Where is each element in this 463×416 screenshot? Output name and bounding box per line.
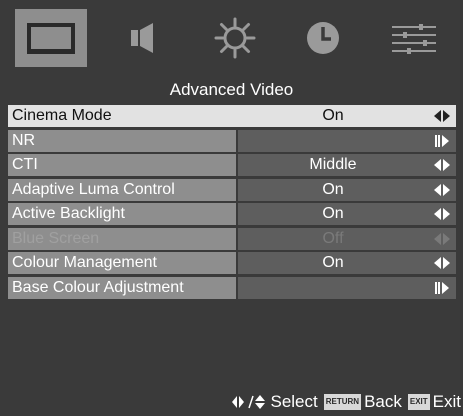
speaker-icon xyxy=(131,23,153,53)
left-right-arrows-icon xyxy=(434,257,450,270)
menu-title: Advanced Video xyxy=(169,80,294,99)
menu-item-label: Blue Screen xyxy=(8,227,236,250)
menu-item-label: CTI xyxy=(8,154,236,177)
menu-item-colour-management[interactable]: Colour Management On xyxy=(8,252,456,275)
menu-item-value-box[interactable]: On xyxy=(238,178,456,201)
menu-item-cinema-mode[interactable]: Cinema Mode On xyxy=(8,105,456,127)
menu-list: Cinema Mode On NR CTI Middle Adaptive Lu… xyxy=(8,105,456,301)
menu-item-value-box[interactable]: On xyxy=(238,105,456,127)
menu-item-adaptive-luma-control[interactable]: Adaptive Luma Control On xyxy=(8,178,456,201)
menu-item-value-box[interactable]: On xyxy=(238,203,456,226)
clock-icon xyxy=(307,22,339,54)
menu-item-base-colour-adjustment[interactable]: Base Colour Adjustment xyxy=(8,276,456,299)
menu-item-label: Base Colour Adjustment xyxy=(8,276,236,299)
navigation-arrows-icon xyxy=(232,395,266,409)
select-hint: Select xyxy=(270,392,318,411)
enter-arrow-icon xyxy=(435,134,449,147)
menu-item-value: Middle xyxy=(309,156,357,174)
return-key-badge: RETURN xyxy=(323,394,362,410)
menu-item-active-backlight[interactable]: Active Backlight On xyxy=(8,203,456,226)
left-right-arrows-icon xyxy=(434,110,450,122)
left-right-arrows-icon xyxy=(434,208,450,221)
menu-item-value: On xyxy=(322,254,344,272)
menu-item-blue-screen: Blue Screen Off xyxy=(8,227,456,250)
picture-icon xyxy=(27,23,75,54)
menu-item-label: NR xyxy=(8,129,236,152)
menu-item-value: On xyxy=(322,107,344,124)
exit-hint: Exit xyxy=(432,392,461,411)
osd-menu: Advanced Video Cinema Mode On NR CTI Mid… xyxy=(0,0,463,416)
menu-item-value: On xyxy=(322,205,344,223)
left-right-arrows-icon xyxy=(434,232,450,245)
gear-icon xyxy=(214,17,256,59)
menu-item-label: Active Backlight xyxy=(8,203,236,226)
tab-bar xyxy=(0,0,463,78)
menu-item-label: Adaptive Luma Control xyxy=(8,178,236,201)
menu-item-value-box[interactable]: Middle xyxy=(238,154,456,177)
exit-key-badge: EXIT xyxy=(407,394,430,410)
left-right-arrows-icon xyxy=(434,159,450,172)
menu-item-value: Off xyxy=(322,229,344,247)
back-hint: Back xyxy=(364,392,402,411)
tab-timer[interactable] xyxy=(287,9,359,67)
footer-hints: Select RETURN Back EXIT Exit xyxy=(0,388,463,416)
tab-options[interactable] xyxy=(378,9,450,67)
sliders-icon xyxy=(392,24,436,54)
menu-item-value: On xyxy=(322,180,344,198)
tab-picture[interactable] xyxy=(15,9,87,67)
tab-sound[interactable] xyxy=(107,9,179,67)
left-right-arrows-icon xyxy=(434,183,450,196)
menu-item-nr[interactable]: NR xyxy=(8,129,456,152)
enter-arrow-icon xyxy=(435,281,449,294)
menu-item-value-box[interactable] xyxy=(238,276,456,299)
tab-setup[interactable] xyxy=(199,9,271,67)
menu-item-label: Colour Management xyxy=(8,252,236,275)
menu-item-value-box[interactable]: On xyxy=(238,252,456,275)
menu-item-value-box[interactable] xyxy=(238,129,456,152)
menu-item-value-box: Off xyxy=(238,227,456,250)
menu-item-cti[interactable]: CTI Middle xyxy=(8,154,456,177)
